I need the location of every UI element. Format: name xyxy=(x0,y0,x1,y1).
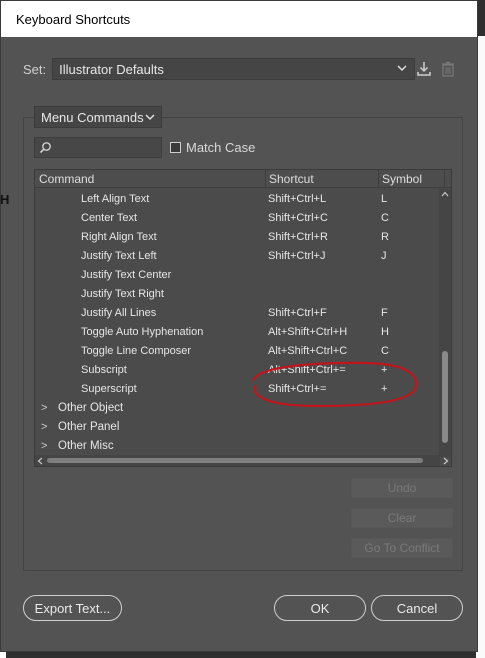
command-cell: Justify All Lines xyxy=(81,307,157,319)
shortcut-cell[interactable]: Shift+Ctrl+R xyxy=(268,231,328,243)
search-icon xyxy=(39,142,51,154)
table-header: Command Shortcut Symbol xyxy=(35,170,451,188)
clear-button[interactable]: Clear xyxy=(351,508,453,528)
dialog-title: Keyboard Shortcuts xyxy=(16,11,131,27)
table-row[interactable]: Justify Text Left Shift+Ctrl+J J xyxy=(35,247,440,266)
category-dropdown[interactable]: Menu Commands xyxy=(34,106,162,128)
symbol-cell[interactable]: F xyxy=(381,307,388,319)
ok-button[interactable]: OK xyxy=(274,595,366,621)
symbol-cell[interactable]: H xyxy=(381,326,389,338)
table-row[interactable]: Right Align Text Shift+Ctrl+R R xyxy=(35,228,440,247)
command-cell: Left Align Text xyxy=(81,193,150,205)
set-label: Set: xyxy=(23,61,47,77)
shortcut-cell[interactable]: Alt+Shift+Ctrl+C xyxy=(268,345,347,357)
column-header-shortcut[interactable]: Shortcut xyxy=(269,172,314,186)
table-row[interactable]: Justify Text Center xyxy=(35,266,440,285)
delete-set-icon[interactable] xyxy=(439,60,457,78)
match-case-label: Match Case xyxy=(186,140,256,155)
horizontal-scrollbar[interactable] xyxy=(35,455,449,466)
horizontal-scroll-thumb[interactable] xyxy=(47,458,423,463)
chevron-down-icon xyxy=(397,65,407,72)
group-label: Other Object xyxy=(58,402,124,414)
set-dropdown[interactable]: Illustrator Defaults xyxy=(52,58,416,80)
table-row[interactable]: Center Text Shift+Ctrl+C C xyxy=(35,209,440,228)
column-divider[interactable] xyxy=(444,170,445,188)
command-cell: Justify Text Left xyxy=(81,250,157,262)
table-row[interactable]: Justify All Lines Shift+Ctrl+F F xyxy=(35,304,440,323)
scroll-up-arrow-icon[interactable] xyxy=(441,191,449,197)
column-header-command[interactable]: Command xyxy=(39,172,94,186)
symbol-cell[interactable]: C xyxy=(381,212,389,224)
scroll-right-arrow-icon[interactable] xyxy=(443,457,449,465)
background-text-fragment: H xyxy=(0,192,10,207)
group-label: Other Panel xyxy=(58,421,120,433)
scroll-left-arrow-icon[interactable] xyxy=(37,457,43,465)
search-box xyxy=(34,137,162,158)
keyboard-shortcuts-dialog: Keyboard Shortcuts Set: Illustrator Defa… xyxy=(0,0,478,652)
command-cell: Justify Text Right xyxy=(81,288,164,300)
command-cell: Superscript xyxy=(81,383,137,395)
group-row-other-misc[interactable]: > Other Misc xyxy=(35,437,440,456)
shortcut-cell[interactable]: Shift+Ctrl+F xyxy=(268,307,327,319)
symbol-cell[interactable]: J xyxy=(381,250,387,262)
symbol-cell[interactable]: L xyxy=(381,193,387,205)
chevron-right-icon[interactable]: > xyxy=(41,440,47,452)
shortcut-cell[interactable]: Shift+Ctrl+J xyxy=(268,250,325,262)
group-row-other-panel[interactable]: > Other Panel xyxy=(35,418,440,437)
undo-button[interactable]: Undo xyxy=(351,478,453,498)
go-to-conflict-button[interactable]: Go To Conflict xyxy=(351,538,453,558)
vertical-scroll-thumb[interactable] xyxy=(442,351,448,443)
save-set-icon[interactable] xyxy=(415,60,433,78)
cancel-button[interactable]: Cancel xyxy=(371,595,463,621)
match-case-option[interactable]: Match Case xyxy=(170,140,255,155)
set-row: Set: Illustrator Defaults xyxy=(23,58,416,80)
shortcuts-table: Command Shortcut Symbol Left Align Text … xyxy=(34,169,452,467)
table-row[interactable]: Left Align Text Shift+Ctrl+L L xyxy=(35,190,440,209)
category-dropdown-value: Menu Commands xyxy=(41,109,144,125)
column-divider[interactable] xyxy=(378,170,379,188)
dialog-title-bar: Keyboard Shortcuts xyxy=(1,1,477,37)
column-divider[interactable] xyxy=(265,170,266,188)
table-row[interactable]: Justify Text Right xyxy=(35,285,440,304)
export-text-button[interactable]: Export Text... xyxy=(23,595,122,621)
command-cell: Subscript xyxy=(81,364,127,376)
command-cell: Right Align Text xyxy=(81,231,157,243)
command-cell: Toggle Auto Hyphenation xyxy=(81,326,204,338)
command-cell: Toggle Line Composer xyxy=(81,345,192,357)
group-label: Other Misc xyxy=(58,440,114,452)
shortcut-cell[interactable]: Shift+Ctrl+C xyxy=(268,212,328,224)
search-input[interactable] xyxy=(53,139,158,156)
chevron-right-icon[interactable]: > xyxy=(41,421,47,433)
table-row[interactable]: Toggle Auto Hyphenation Alt+Shift+Ctrl+H… xyxy=(35,323,440,342)
symbol-cell[interactable]: C xyxy=(381,345,389,357)
red-circle-annotation xyxy=(251,361,417,408)
set-dropdown-value: Illustrator Defaults xyxy=(59,61,164,77)
match-case-checkbox[interactable] xyxy=(170,142,181,153)
shortcut-cell[interactable]: Alt+Shift+Ctrl+H xyxy=(268,326,347,338)
vertical-scrollbar[interactable] xyxy=(439,189,451,457)
shortcut-cell[interactable]: Shift+Ctrl+L xyxy=(268,193,326,205)
symbol-cell[interactable]: R xyxy=(381,231,389,243)
chevron-right-icon[interactable]: > xyxy=(41,402,47,414)
command-cell: Center Text xyxy=(81,212,138,224)
chevron-down-icon xyxy=(145,114,155,121)
column-header-symbol[interactable]: Symbol xyxy=(382,172,422,186)
command-cell: Justify Text Center xyxy=(81,269,172,281)
